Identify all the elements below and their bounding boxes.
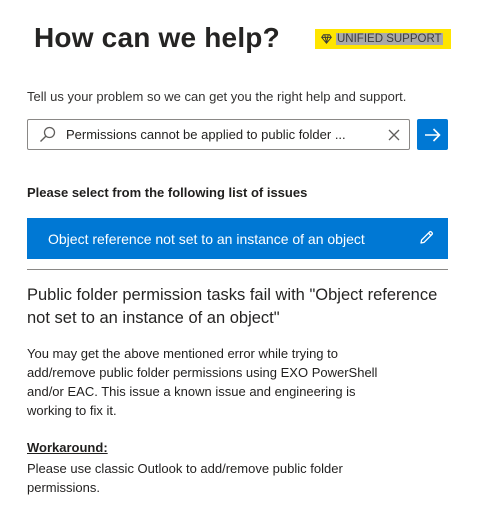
search-input[interactable]: [66, 127, 379, 142]
issue-item-label: Object reference not set to an instance …: [48, 230, 365, 247]
issues-heading: Please select from the following list of…: [27, 185, 308, 200]
page-title: How can we help?: [34, 22, 280, 53]
article-title: Public folder permission tasks fail with…: [27, 286, 438, 327]
intro-text: Tell us your problem so we can get you t…: [27, 89, 407, 104]
badge-label: UNIFIED SUPPORT: [336, 33, 443, 45]
clear-search-button[interactable]: [379, 120, 409, 149]
issue-item-selected[interactable]: Object reference not set to an instance …: [27, 218, 448, 259]
search-submit-button[interactable]: [417, 119, 448, 150]
workaround-label: Workaround:: [27, 440, 108, 455]
divider: [27, 269, 448, 270]
search-icon: [28, 126, 66, 143]
diamond-icon: [321, 34, 332, 44]
article-body: You may get the above mentioned error wh…: [27, 346, 378, 418]
close-icon: [388, 129, 400, 140]
edit-icon[interactable]: [419, 230, 434, 248]
workaround-body: Please use classic Outlook to add/remove…: [27, 461, 343, 495]
arrow-right-icon: [425, 127, 441, 142]
search-box: [27, 119, 410, 150]
unified-support-badge: UNIFIED SUPPORT: [315, 29, 451, 49]
